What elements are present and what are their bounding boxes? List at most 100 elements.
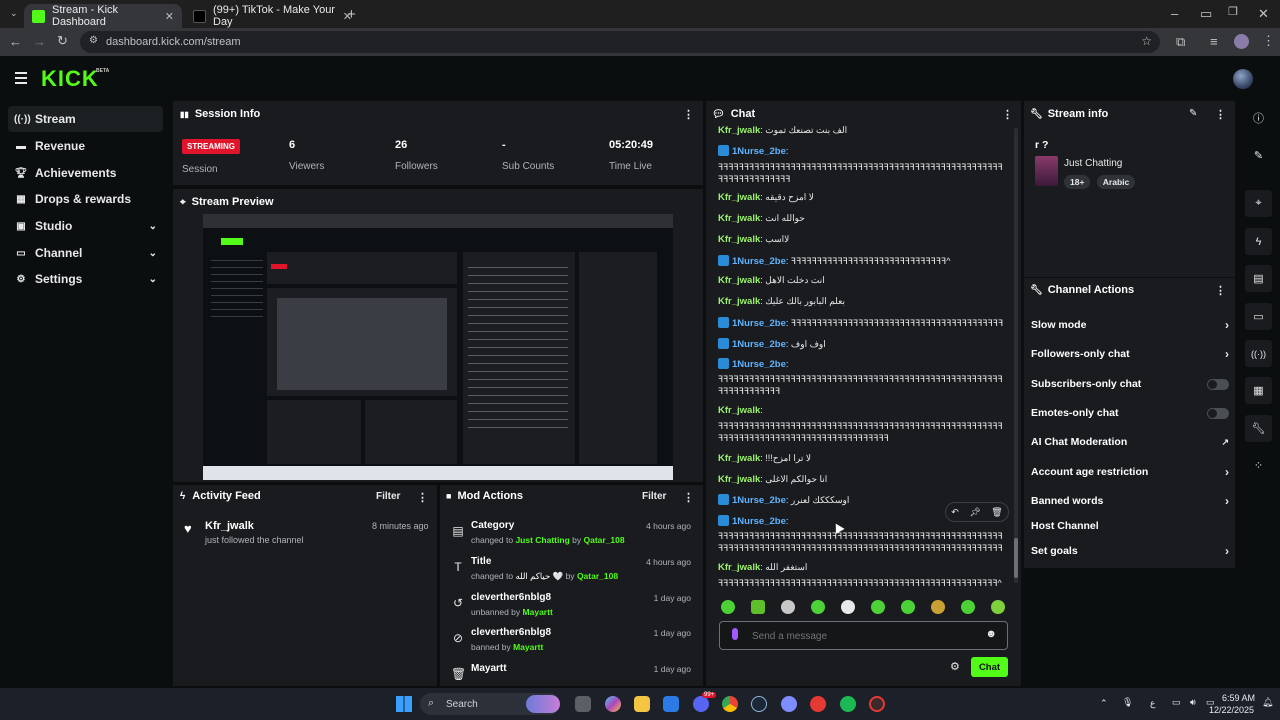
ai-moderation-action[interactable]: AI Chat Moderation ↗ xyxy=(1031,433,1229,451)
notifications-icon[interactable]: 🔔︎ xyxy=(1262,697,1273,708)
emote-1[interactable] xyxy=(721,600,735,614)
steam-icon[interactable] xyxy=(751,696,767,712)
chevron-down-icon[interactable]: ⌄ xyxy=(149,221,157,232)
chat-message[interactable]: 1Nurse_2be: ꟻꟻꟻꟻꟻꟻꟻꟻꟻꟻꟻꟻꟻꟻꟻꟻꟻꟻꟻꟻꟻꟻꟻꟻꟻꟻꟻꟻ… xyxy=(718,317,1003,329)
clock-date[interactable]: 12/22/2025 xyxy=(1209,705,1254,715)
profile-avatar[interactable] xyxy=(1234,34,1249,49)
sidebar-item-achievements[interactable]: 🏆︎ Achievements xyxy=(8,160,163,186)
sidebar-item-settings[interactable]: ⚙ Settings ⌄ xyxy=(8,266,163,292)
sidebar-item-drops[interactable]: ▦ Drops & rewards xyxy=(8,186,163,212)
more-options-icon[interactable]: ⋮ xyxy=(683,491,694,504)
more-options-icon[interactable]: ⋮ xyxy=(1215,284,1226,297)
media-icon[interactable]: ≡ xyxy=(1210,35,1218,48)
emote-6[interactable] xyxy=(871,600,885,614)
chat-scroll-thumb[interactable] xyxy=(1014,538,1018,578)
chevron-down-icon[interactable]: ⌄ xyxy=(149,274,157,285)
emote-8[interactable] xyxy=(931,600,945,614)
chat-message[interactable]: ꟻꟻꟻꟻꟻꟻꟻꟻꟻꟻꟻꟻꟻꟻꟻꟻꟻꟻꟻꟻꟻꟻꟻꟻꟻꟻꟻꟻꟻꟻꟻꟻꟻꟻꟻꟻꟻꟻꟻꟻ… xyxy=(718,578,1003,589)
edit-rail-button[interactable]: ✎ xyxy=(1245,142,1272,169)
chat-message[interactable]: ꟻꟻꟻꟻꟻꟻꟻꟻꟻꟻꟻꟻꟻꟻꟻꟻꟻꟻꟻꟻꟻꟻꟻꟻꟻꟻꟻꟻꟻꟻꟻꟻꟻꟻꟻꟻꟻꟻꟻꟻ… xyxy=(718,543,1003,554)
chat-message[interactable]: Kfr_jwalk: بعلم البابور بالك عليك xyxy=(718,296,1003,307)
maximize-icon[interactable]: ▭ xyxy=(1200,7,1212,20)
followers-only-action[interactable]: Followers-only chat › xyxy=(1031,345,1229,363)
chat-username[interactable]: 1Nurse_2be xyxy=(732,495,786,506)
store-icon[interactable] xyxy=(663,696,679,712)
browser-menu-icon[interactable]: ⋮ xyxy=(1262,34,1275,47)
clock-time[interactable]: 6:59 AM xyxy=(1222,693,1255,703)
mod-action-target[interactable]: Just Chatting xyxy=(515,535,569,545)
chat-message[interactable]: 1Nurse_2be: xyxy=(718,358,1003,370)
tab-kick-dashboard[interactable]: Stream - Kick Dashboard ✕ xyxy=(24,4,182,28)
chat-message[interactable]: ꟻꟻꟻꟻꟻꟻꟻꟻꟻꟻꟻꟻꟻꟻ xyxy=(718,174,1003,185)
forward-icon[interactable]: → xyxy=(33,35,46,48)
slow-mode-action[interactable]: Slow mode › xyxy=(1031,316,1229,334)
chat-username[interactable]: Kfr_jwalk xyxy=(718,125,760,136)
chat-message[interactable]: ꟻꟻꟻꟻꟻꟻꟻꟻꟻꟻꟻꟻ xyxy=(718,386,1003,397)
emote-9[interactable] xyxy=(961,600,975,614)
emote-2[interactable] xyxy=(751,600,765,614)
chat-username[interactable]: Kfr_jwalk xyxy=(718,453,760,464)
reload-icon[interactable]: ↻ xyxy=(57,34,68,47)
emote-3[interactable] xyxy=(781,600,795,614)
host-channel-action[interactable]: Host Channel xyxy=(1031,517,1229,535)
chat-message[interactable]: ꟻꟻꟻꟻꟻꟻꟻꟻꟻꟻꟻꟻꟻꟻꟻꟻꟻꟻꟻꟻꟻꟻꟻꟻꟻꟻꟻꟻꟻꟻꟻꟻꟻꟻꟻꟻꟻꟻꟻꟻ… xyxy=(718,531,1003,542)
edit-icon[interactable]: ✎ xyxy=(1189,108,1197,119)
chat-message[interactable]: 1Nurse_2be: xyxy=(718,145,1003,157)
spotify-icon[interactable] xyxy=(840,696,856,712)
chat-message[interactable]: Kfr_jwalk: استغفر الله xyxy=(718,562,1003,573)
chat-input-field[interactable]: ☻ xyxy=(719,621,1008,650)
chrome-icon[interactable] xyxy=(722,696,738,712)
chat-username[interactable]: 1Nurse_2be xyxy=(732,516,786,527)
user-avatar[interactable] xyxy=(1233,69,1253,89)
emotes-only-toggle[interactable] xyxy=(1207,407,1229,419)
chat-message[interactable]: Kfr_jwalk: انا حوالكم الاغلى xyxy=(718,474,1003,485)
more-options-icon[interactable]: ⋮ xyxy=(417,491,428,504)
extensions-icon[interactable]: ⧉ xyxy=(1176,35,1185,48)
mod-action-actor[interactable]: Mayartt xyxy=(523,607,553,617)
chat-username[interactable]: Kfr_jwalk xyxy=(718,213,760,224)
chat-username[interactable]: 1Nurse_2be xyxy=(732,146,786,157)
app-red-icon[interactable] xyxy=(810,696,826,712)
broadcast-rail-button[interactable]: ((·)) xyxy=(1245,340,1272,367)
chat-message[interactable]: Kfr_jwalk: الف بنت تصنعك تموت xyxy=(718,125,1003,136)
more-options-icon[interactable]: ⋮ xyxy=(683,108,694,121)
hamburger-menu-icon[interactable] xyxy=(15,72,27,87)
mod-action-actor[interactable]: Qatar_108 xyxy=(584,535,625,545)
chat-send-button[interactable]: Chat xyxy=(971,657,1008,677)
emote-4[interactable] xyxy=(811,600,825,614)
chat-message[interactable]: Kfr_jwalk: انت دخلت الاهل xyxy=(718,275,1003,286)
reply-icon[interactable]: ↶ xyxy=(951,507,959,518)
network-icon[interactable]: ▭ xyxy=(1172,697,1181,708)
chat-message[interactable]: ꟻꟻꟻꟻꟻꟻꟻꟻꟻꟻꟻꟻꟻꟻꟻꟻꟻꟻꟻꟻꟻꟻꟻꟻꟻꟻꟻꟻꟻꟻꟻꟻꟻ xyxy=(718,433,1003,444)
chevron-down-icon[interactable]: ⌄ xyxy=(149,248,157,259)
set-goals-action[interactable]: Set goals › xyxy=(1031,542,1229,560)
more-options-icon[interactable]: ⋮ xyxy=(1215,108,1226,121)
chat-message[interactable]: Kfr_jwalk: حوالله انت xyxy=(718,213,1003,224)
chat-message[interactable]: Kfr_jwalk: xyxy=(718,405,1003,416)
apps-rail-button[interactable]: ⁘ xyxy=(1245,452,1272,479)
chat-username[interactable]: Kfr_jwalk xyxy=(718,275,760,286)
stream-preview-video[interactable] xyxy=(203,214,673,480)
layout-rail-button[interactable]: ▦ xyxy=(1245,377,1272,404)
close-window-icon[interactable]: ✕ xyxy=(1258,7,1269,20)
sidebar-item-stream[interactable]: ((·)) Stream xyxy=(8,106,163,132)
url-field[interactable]: ⚙ dashboard.kick.com/stream ☆ xyxy=(80,31,1160,53)
tab-tiktok[interactable]: (99+) TikTok - Make Your Day ✕ xyxy=(185,4,360,28)
kick-logo[interactable]: KICK xyxy=(41,66,99,92)
chat-username[interactable]: 1Nurse_2be xyxy=(732,339,786,350)
chat-username[interactable]: Kfr_jwalk xyxy=(718,296,760,307)
banned-words-action[interactable]: Banned words › xyxy=(1031,492,1229,510)
category-name[interactable]: Just Chatting xyxy=(1064,158,1122,169)
mod-rail-button[interactable]: ▤ xyxy=(1245,265,1272,292)
activity-filter-button[interactable]: Filter xyxy=(376,491,400,502)
chat-message[interactable]: ꟻꟻꟻꟻꟻꟻꟻꟻꟻꟻꟻꟻꟻꟻꟻꟻꟻꟻꟻꟻꟻꟻꟻꟻꟻꟻꟻꟻꟻꟻꟻꟻꟻꟻꟻꟻꟻꟻꟻꟻ… xyxy=(718,421,1003,432)
app-dark-icon[interactable] xyxy=(869,696,885,712)
emote-10[interactable] xyxy=(991,600,1005,614)
copilot-icon[interactable] xyxy=(605,696,621,712)
file-explorer-icon[interactable] xyxy=(634,696,650,712)
chat-rail-button[interactable]: ▭ xyxy=(1245,303,1272,330)
chat-message[interactable]: Kfr_jwalk: لا امزح دقيقه xyxy=(718,192,1003,203)
chat-username[interactable]: Kfr_jwalk xyxy=(718,474,760,485)
chat-username[interactable]: Kfr_jwalk xyxy=(718,562,760,573)
subscribers-only-toggle[interactable] xyxy=(1207,378,1229,390)
